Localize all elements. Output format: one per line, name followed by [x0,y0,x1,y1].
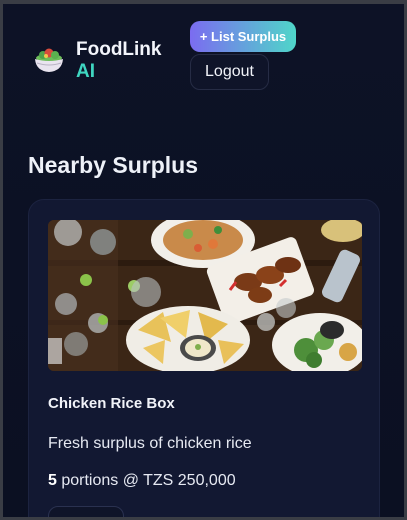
portions-count: 5 [48,472,57,489]
listing-title: Chicken Rice Box [48,395,175,412]
list-surplus-button[interactable]: + List Surplus [190,21,296,52]
listing-image [48,220,362,371]
listing-portions: 5 portions @ TZS 250,000 [48,472,236,490]
section-title: Nearby Surplus [28,152,198,178]
brand[interactable]: FoodLink AI [32,39,161,83]
brand-name: FoodLink [76,39,162,60]
listing-description: Fresh surplus of chicken rice [48,435,252,452]
logout-button[interactable]: Logout [190,54,269,90]
salad-bowl-icon [32,43,66,77]
listing-card[interactable]: Chicken Rice Box Fresh surplus of chicke… [28,199,380,517]
app-window: FoodLink AI + List Surplus Logout Nearby… [0,0,407,520]
portions-price: portions @ TZS 250,000 [56,472,236,489]
brand-suffix: AI [76,61,95,82]
reserve-button[interactable]: Reserve [48,506,124,517]
